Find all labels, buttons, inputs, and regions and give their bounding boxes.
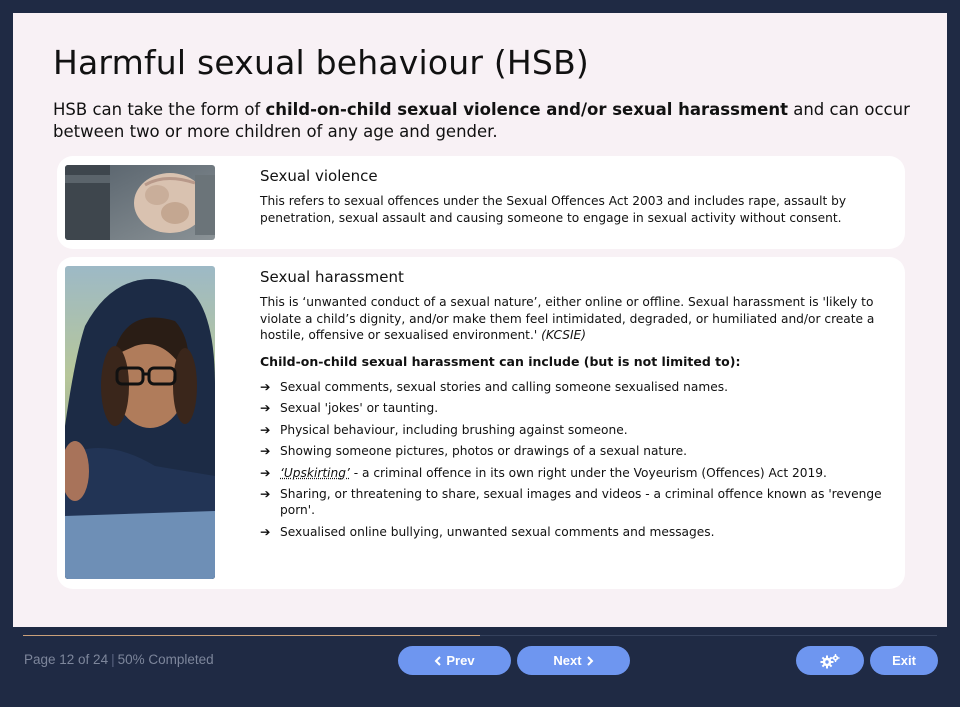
girl-in-hoodie-image bbox=[65, 266, 215, 579]
sexual-harassment-heading: Sexual harassment bbox=[260, 268, 404, 286]
list-item-text: Sexual comments, sexual stories and call… bbox=[280, 379, 728, 394]
list-item-text: - a criminal offence in its own right un… bbox=[349, 465, 827, 480]
sexual-harassment-card: Sexual harassment This is ‘unwanted cond… bbox=[57, 257, 905, 589]
gears-icon bbox=[820, 653, 840, 668]
page-title: Harmful sexual behaviour (HSB) bbox=[53, 43, 589, 82]
page-status: Page 12 of 24 | 50% Completed bbox=[24, 652, 214, 667]
clenched-fist-image bbox=[65, 165, 215, 240]
intro-text-start: HSB can take the form of bbox=[53, 100, 266, 119]
list-item-text: Sexualised online bullying, unwanted sex… bbox=[280, 524, 715, 539]
chevron-right-icon bbox=[586, 655, 594, 666]
chevron-left-icon bbox=[434, 655, 442, 666]
progress-bar-fill bbox=[23, 635, 480, 636]
slide-panel: Harmful sexual behaviour (HSB) HSB can t… bbox=[13, 13, 947, 627]
completion-status: 50% Completed bbox=[117, 652, 214, 667]
arrow-right-icon: ➔ bbox=[260, 443, 271, 458]
list-item: ➔ Showing someone pictures, photos or dra… bbox=[260, 443, 890, 459]
list-item: ➔ Sexual 'jokes' or taunting. bbox=[260, 400, 890, 416]
sexual-violence-card: Sexual violence This refers to sexual of… bbox=[57, 156, 905, 249]
kcsie-reference: (KCSIE) bbox=[541, 328, 587, 342]
exit-button-label: Exit bbox=[892, 653, 916, 668]
status-separator: | bbox=[111, 652, 115, 667]
arrow-right-icon: ➔ bbox=[260, 464, 271, 480]
list-item: ➔ Sharing, or threatening to share, sexua… bbox=[260, 486, 890, 518]
harassment-examples-list: ➔ Sexual comments, sexual stories and cal… bbox=[260, 379, 890, 540]
sexual-harassment-text: This is ‘unwanted conduct of a sexual na… bbox=[260, 294, 890, 344]
list-item-text: Sexual 'jokes' or taunting. bbox=[280, 401, 439, 415]
arrow-right-icon: ➔ bbox=[260, 378, 271, 394]
sexual-harassment-content: Sexual harassment This is ‘unwanted cond… bbox=[260, 268, 890, 545]
arrow-right-icon: ➔ bbox=[260, 486, 271, 501]
harassment-examples-heading: Child-on-child sexual harassment can inc… bbox=[260, 353, 741, 369]
arrow-right-icon: ➔ bbox=[260, 523, 271, 539]
upskirting-term[interactable]: ‘Upskirting’ bbox=[280, 466, 350, 480]
list-item-text: Sharing, or threatening to share, sexual… bbox=[280, 487, 882, 517]
intro-text: HSB can take the form of child-on-child … bbox=[53, 99, 913, 143]
list-item: ➔ Sexual comments, sexual stories and cal… bbox=[260, 379, 890, 395]
list-item-text: Showing someone pictures, photos or draw… bbox=[280, 444, 688, 458]
prev-button[interactable]: Prev bbox=[398, 646, 511, 675]
exit-button[interactable]: Exit bbox=[870, 646, 938, 675]
progress-bar bbox=[23, 635, 937, 636]
sexual-violence-content: Sexual violence This refers to sexual of… bbox=[260, 167, 890, 226]
sexual-violence-heading: Sexual violence bbox=[260, 167, 378, 185]
list-item-text: Physical behaviour, including brushing a… bbox=[280, 422, 628, 437]
list-item: ➔ Sexualised online bullying, unwanted se… bbox=[260, 524, 890, 540]
list-item: ➔ Physical behaviour, including brushing … bbox=[260, 422, 890, 438]
next-button-label: Next bbox=[553, 653, 582, 668]
arrow-right-icon: ➔ bbox=[260, 421, 271, 437]
prev-button-label: Prev bbox=[446, 653, 475, 668]
intro-text-bold: child-on-child sexual violence and/or se… bbox=[265, 100, 788, 119]
sexual-violence-text: This refers to sexual offences under the… bbox=[260, 194, 847, 225]
settings-button[interactable] bbox=[796, 646, 864, 675]
arrow-right-icon: ➔ bbox=[260, 400, 271, 415]
page-number: Page 12 of 24 bbox=[24, 652, 109, 667]
list-item: ➔ ‘Upskirting’ - a criminal offence in it… bbox=[260, 465, 890, 481]
next-button[interactable]: Next bbox=[517, 646, 630, 675]
